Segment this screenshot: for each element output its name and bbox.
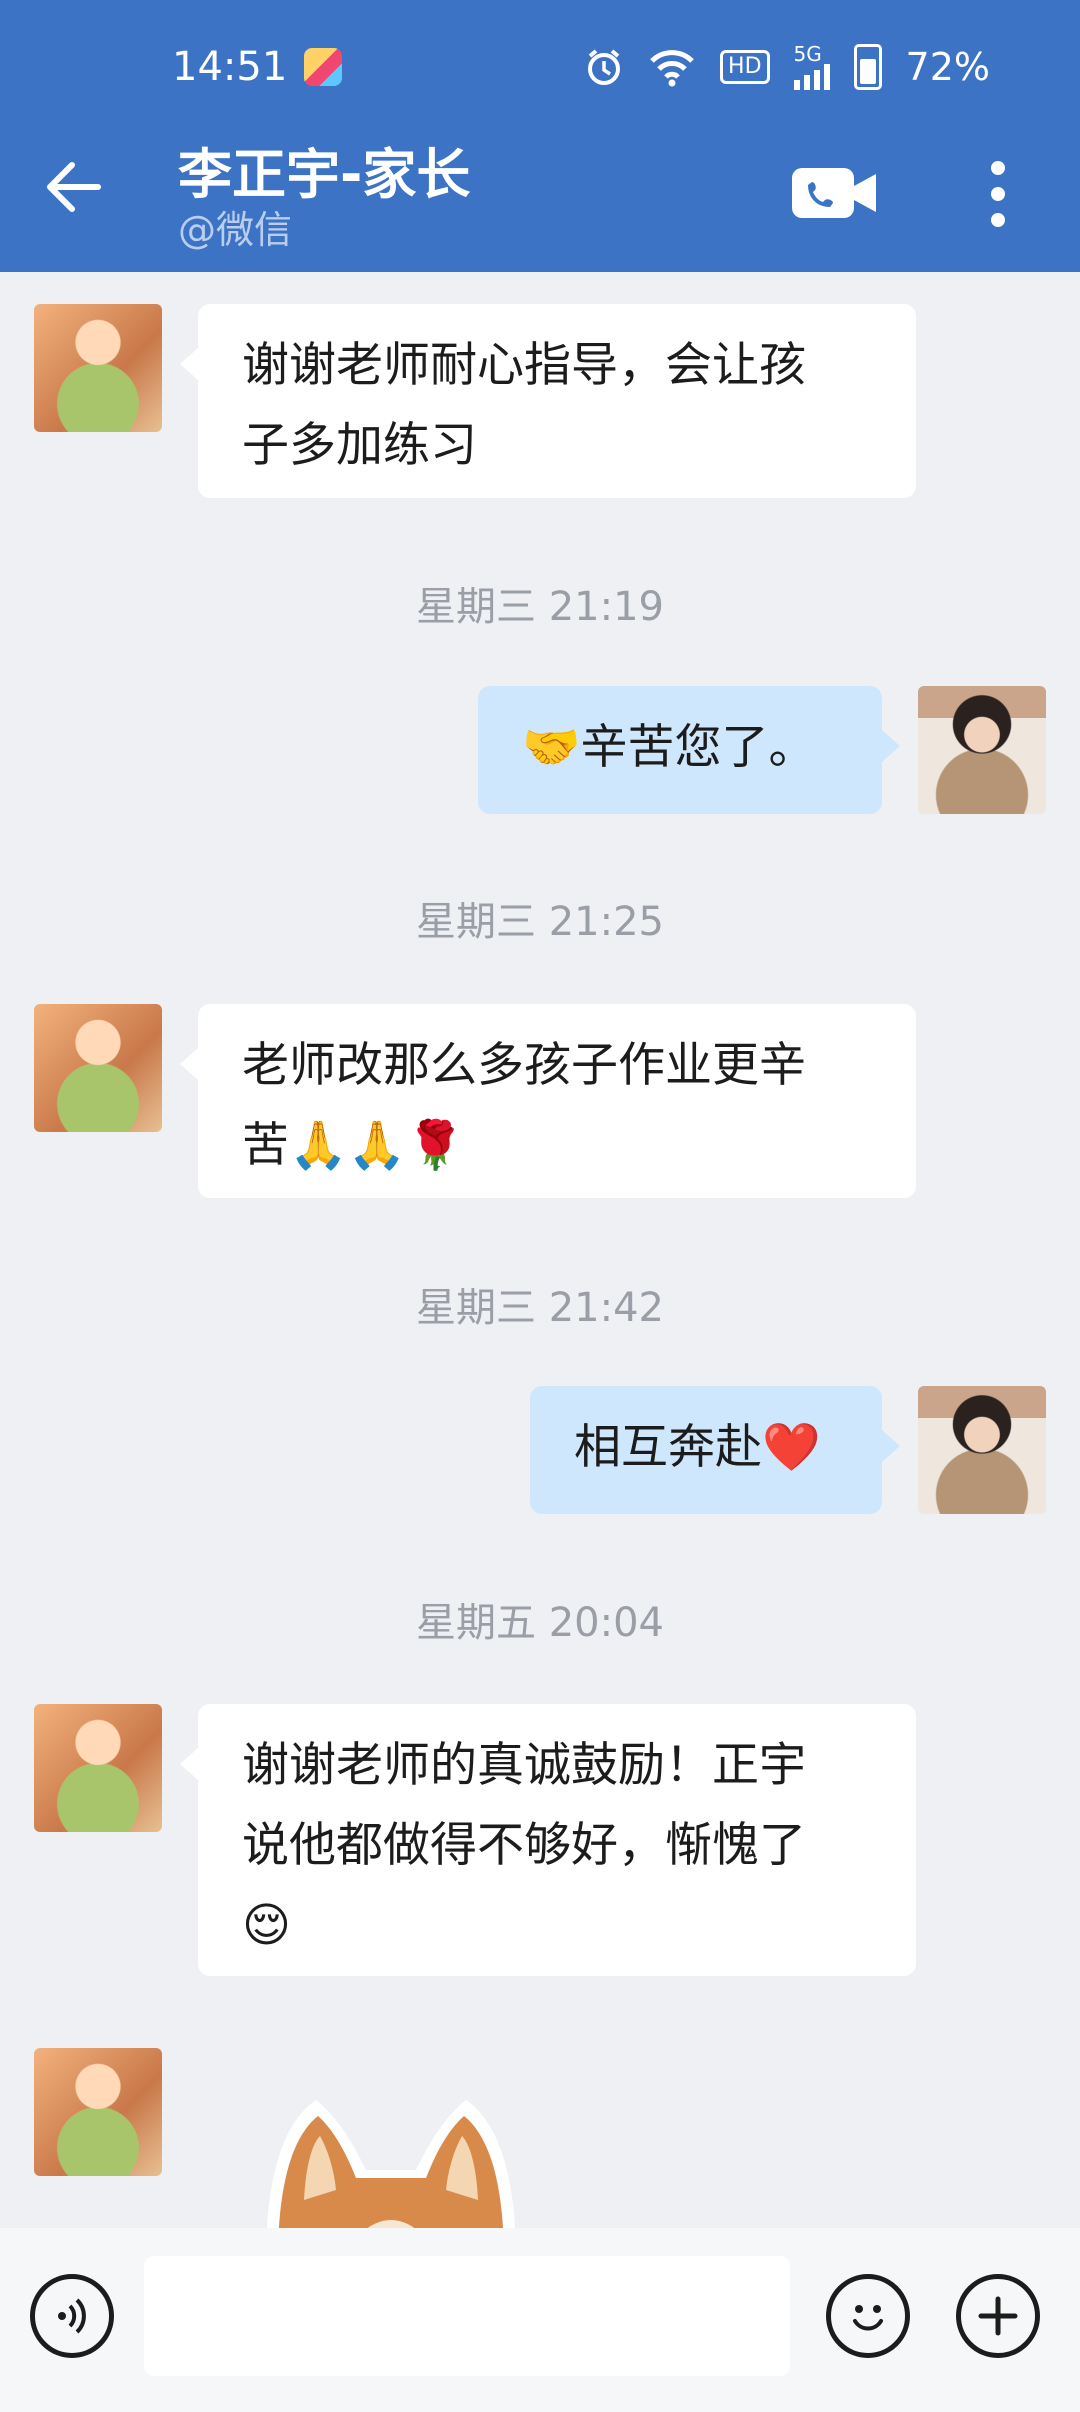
message-timestamp: 星期三 21:42 xyxy=(416,1285,664,1331)
more-functions-button[interactable] xyxy=(956,2274,1040,2358)
network-type: 5G xyxy=(793,42,822,66)
alarm-icon xyxy=(584,47,624,87)
hd-icon: HD xyxy=(720,50,770,84)
message-bubble[interactable]: 谢谢老师耐心指导，会让孩 子多加练习 xyxy=(180,304,916,498)
voice-icon xyxy=(58,2298,86,2334)
app-notification-icon xyxy=(304,48,342,86)
message-bubble[interactable]: 相互奔赴❤️ xyxy=(530,1386,900,1514)
plus-icon xyxy=(978,2296,1018,2336)
message-bubble[interactable]: 老师改那么多孩子作业更辛 苦🙏🙏🌹 xyxy=(180,1004,916,1198)
chat-area[interactable]: 谢谢老师耐心指导，会让孩 子多加练习 星期三 21:19 🤝辛苦您了。 星期三 … xyxy=(0,272,1080,2228)
more-options-icon[interactable] xyxy=(970,154,1026,234)
parent-avatar[interactable] xyxy=(34,1704,162,1832)
message-bubble[interactable]: 谢谢老师的真诚鼓励！正宇 说他都做得不够好，惭愧了 😌 xyxy=(180,1704,916,1976)
voice-input-button[interactable] xyxy=(30,2274,114,2358)
smiley-icon xyxy=(853,2305,883,2331)
chat-header: 李正宇-家长 @微信 xyxy=(0,140,1080,272)
input-bar xyxy=(0,2228,1080,2412)
wifi-icon xyxy=(648,47,696,87)
battery-icon xyxy=(853,44,882,90)
message-timestamp: 星期三 21:25 xyxy=(416,899,664,945)
back-arrow-icon[interactable] xyxy=(38,152,108,222)
battery-percent: 72% xyxy=(905,45,990,89)
status-bar: 14:51 HD 5G 72% xyxy=(0,0,1080,140)
parent-avatar[interactable] xyxy=(34,304,162,432)
video-call-icon[interactable] xyxy=(790,164,880,222)
top-bar: 14:51 HD 5G 72% 李正宇-家长 @微信 xyxy=(0,0,1080,272)
teacher-avatar[interactable] xyxy=(918,1386,1046,1514)
teacher-avatar[interactable] xyxy=(918,686,1046,814)
shiba-dog-sticker[interactable] xyxy=(256,2080,526,2228)
signal-icon: 5G xyxy=(793,42,830,90)
parent-avatar[interactable] xyxy=(34,1004,162,1132)
contact-name: 李正宇-家长 xyxy=(178,143,471,206)
parent-avatar[interactable] xyxy=(34,2048,162,2176)
message-input[interactable] xyxy=(144,2256,790,2376)
message-timestamp: 星期三 21:19 xyxy=(416,584,664,630)
status-time: 14:51 xyxy=(172,44,288,90)
emoji-button[interactable] xyxy=(826,2274,910,2358)
status-icons: HD 5G 72% xyxy=(584,44,990,90)
contact-source: @微信 xyxy=(178,208,293,252)
message-bubble[interactable]: 🤝辛苦您了。 xyxy=(478,686,900,814)
message-timestamp: 星期五 20:04 xyxy=(416,1600,664,1646)
